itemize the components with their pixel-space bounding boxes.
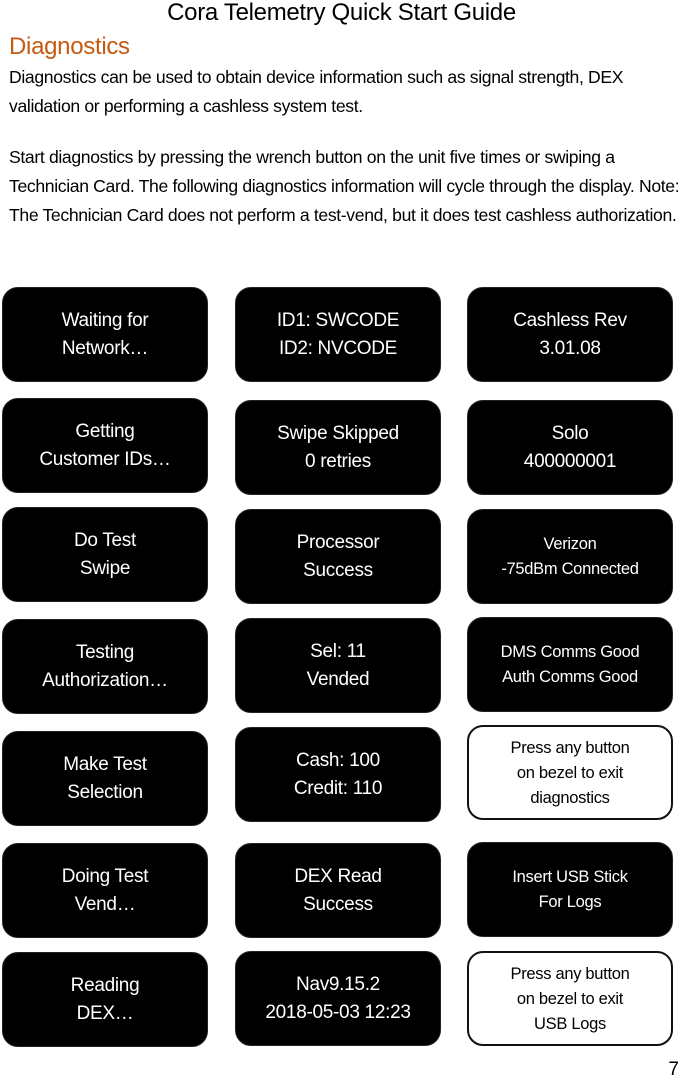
screen-make-test-selection: Make Test Selection xyxy=(2,731,208,826)
instructions-paragraph: Start diagnostics by pressing the wrench… xyxy=(9,147,680,225)
screen-solo-serial: Solo 400000001 xyxy=(467,400,673,495)
screen-line: on bezel to exit xyxy=(516,764,624,782)
screen-line: 400000001 xyxy=(523,450,617,472)
screen-line: Success xyxy=(303,559,373,581)
screen-line: Make Test xyxy=(63,753,147,775)
screen-processor-success: Processor Success xyxy=(235,509,441,604)
screen-line: Auth Comms Good xyxy=(502,667,638,686)
screen-line: 3.01.08 xyxy=(539,337,601,359)
screen-firmware-version: Nav9.15.2 2018-05-03 12:23 xyxy=(235,951,441,1046)
screen-line: Testing xyxy=(75,641,135,663)
document-title: Cora Telemetry Quick Start Guide xyxy=(167,0,516,26)
screen-line: Selection xyxy=(67,781,143,803)
screen-line: Sel: 11 xyxy=(310,640,366,662)
screen-line: Success xyxy=(303,893,373,915)
screen-customer-ids: ID1: SWCODE ID2: NVCODE xyxy=(235,287,441,382)
screen-line: DMS Comms Good xyxy=(500,642,640,661)
screen-cashless-rev: Cashless Rev 3.01.08 xyxy=(467,287,673,382)
screen-line: Credit: 110 xyxy=(293,777,383,799)
screen-comms-status: DMS Comms Good Auth Comms Good xyxy=(467,617,673,712)
screen-line: -75dBm Connected xyxy=(501,559,639,578)
screen-line: Insert USB Stick xyxy=(512,867,628,886)
screen-selection-vended: Sel: 11 Vended xyxy=(235,618,441,713)
screen-line: For Logs xyxy=(538,892,602,911)
screen-doing-test-vend: Doing Test Vend… xyxy=(2,843,208,938)
screen-waiting-for-network: Waiting for Network… xyxy=(2,287,208,382)
screen-line: Network… xyxy=(61,337,149,359)
screen-line: Verizon xyxy=(543,534,597,553)
screen-line: Customer IDs… xyxy=(39,448,171,470)
screen-getting-customer-ids: Getting Customer IDs… xyxy=(2,398,208,493)
screen-swipe-skipped: Swipe Skipped 0 retries xyxy=(235,400,441,495)
screen-line: Getting xyxy=(75,420,135,442)
screen-line: 0 retries xyxy=(305,450,371,472)
screen-line: Nav9.15.2 xyxy=(296,973,380,995)
screen-line: Authorization… xyxy=(42,669,168,691)
screen-line: Reading xyxy=(70,974,140,996)
screen-cash-credit: Cash: 100 Credit: 110 xyxy=(235,727,441,822)
screen-line: ID2: NVCODE xyxy=(278,337,398,359)
screen-line: DEX… xyxy=(76,1002,134,1024)
screen-reading-dex: Reading DEX… xyxy=(2,952,208,1047)
screen-line: Doing Test xyxy=(61,865,149,887)
screen-line: 2018-05-03 12:23 xyxy=(265,1001,411,1023)
screen-insert-usb: Insert USB Stick For Logs xyxy=(467,842,673,937)
screen-exit-usb-logs: Press any button on bezel to exit USB Lo… xyxy=(467,951,673,1046)
screen-line: Cash: 100 xyxy=(296,749,380,771)
screen-line: Press any button xyxy=(510,965,630,983)
screen-line: Processor xyxy=(296,531,380,553)
screen-line: diagnostics xyxy=(530,789,610,807)
screen-line: Press any button xyxy=(510,739,630,757)
screen-line: Swipe xyxy=(79,557,131,579)
screen-line: Vended xyxy=(306,668,370,690)
screen-line: on bezel to exit xyxy=(516,990,624,1008)
screen-line: DEX Read xyxy=(294,865,382,887)
intro-paragraph: Diagnostics can be used to obtain device… xyxy=(9,67,624,116)
screen-line: USB Logs xyxy=(534,1015,606,1033)
screen-line: Vend… xyxy=(74,893,136,915)
screen-dex-read-success: DEX Read Success xyxy=(235,843,441,938)
screen-line: Waiting for xyxy=(61,309,149,331)
screen-line: Cashless Rev xyxy=(513,309,627,331)
screen-carrier-signal: Verizon -75dBm Connected xyxy=(467,509,673,604)
screen-line: Solo xyxy=(551,422,589,444)
screen-line: Do Test xyxy=(74,529,136,551)
screen-do-test-swipe: Do Test Swipe xyxy=(2,507,208,602)
section-heading: Diagnostics xyxy=(9,33,130,60)
screen-testing-authorization: Testing Authorization… xyxy=(2,619,208,714)
screen-line: Swipe Skipped xyxy=(277,422,399,444)
screen-exit-diagnostics: Press any button on bezel to exit diagno… xyxy=(467,725,673,820)
page-number: 7 xyxy=(668,1059,679,1080)
screen-line: ID1: SWCODE xyxy=(276,309,400,331)
